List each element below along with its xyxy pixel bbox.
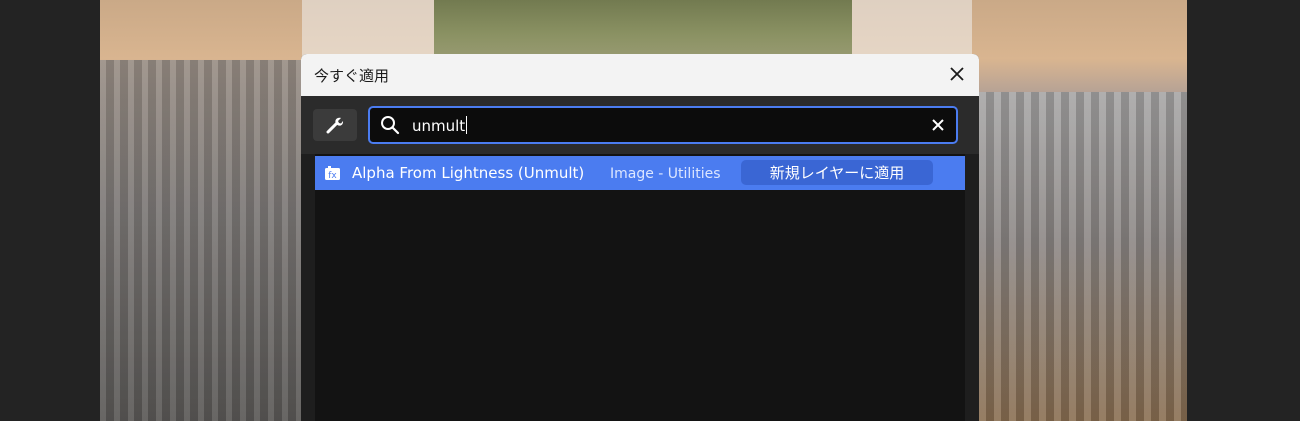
apply-now-dialog: 今すぐ適用 unmult fx Alpha From Lightness (Un… bbox=[301, 54, 979, 421]
clear-icon[interactable] bbox=[930, 117, 946, 133]
wrench-icon bbox=[326, 117, 344, 134]
result-item-name: Alpha From Lightness (Unmult) bbox=[352, 164, 585, 182]
result-item-alpha-from-lightness[interactable]: fx Alpha From Lightness (Unmult) Image -… bbox=[315, 156, 965, 190]
effect-icon: fx bbox=[325, 166, 340, 181]
result-item-category: Image - Utilities bbox=[610, 166, 721, 182]
background-city-right bbox=[979, 92, 1187, 421]
results-list: fx Alpha From Lightness (Unmult) Image -… bbox=[315, 154, 965, 421]
apply-to-new-layer-button[interactable]: 新規レイヤーに適用 bbox=[741, 160, 933, 185]
search-icon bbox=[381, 116, 400, 135]
close-icon bbox=[950, 67, 964, 81]
search-input[interactable]: unmult bbox=[368, 106, 958, 144]
background-city-left bbox=[100, 60, 310, 421]
svg-text:fx: fx bbox=[328, 171, 337, 181]
search-input-value: unmult bbox=[412, 116, 468, 135]
dialog-title-bar: 今すぐ適用 bbox=[301, 54, 979, 96]
close-button[interactable] bbox=[945, 62, 969, 86]
dialog-title: 今すぐ適用 bbox=[314, 67, 390, 85]
text-caret bbox=[466, 116, 468, 134]
background-trees bbox=[434, 0, 852, 58]
settings-button[interactable] bbox=[313, 109, 357, 141]
search-toolbar: unmult bbox=[301, 96, 979, 154]
